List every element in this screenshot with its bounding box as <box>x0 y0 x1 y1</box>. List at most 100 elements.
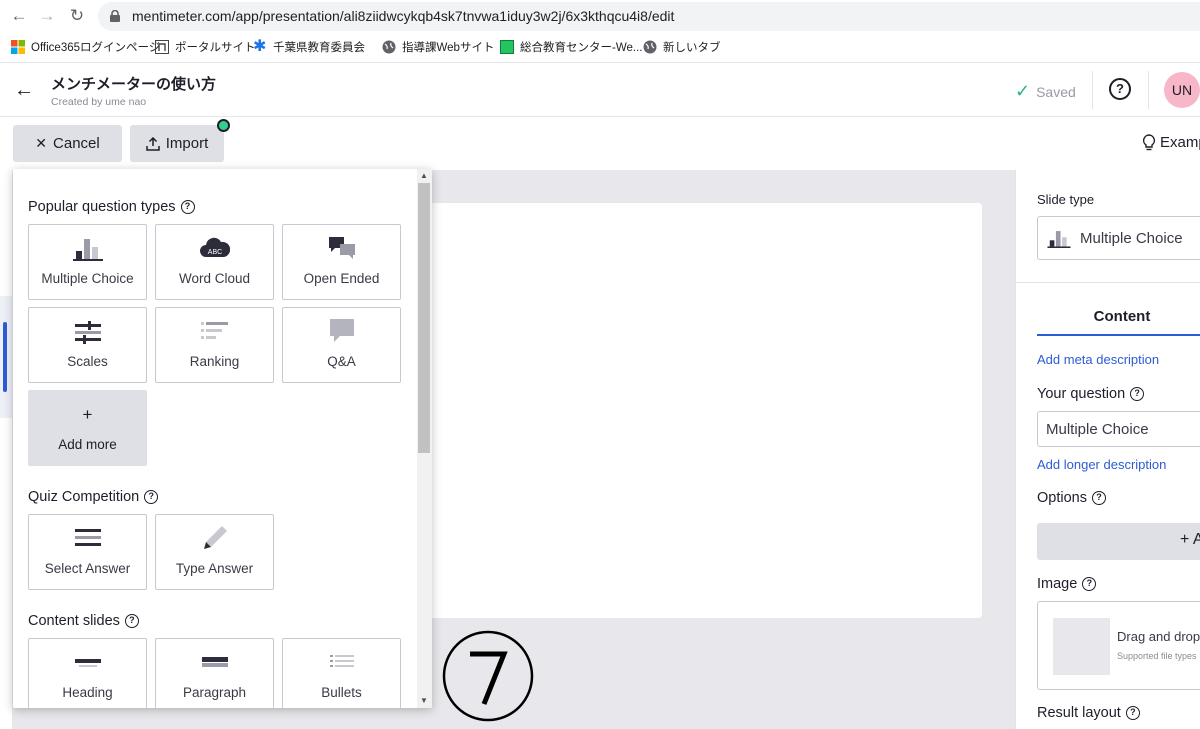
presentation-title[interactable]: メンチメーターの使い方 <box>51 73 216 94</box>
browser-address-bar: ← → ↻ mentimeter.com/app/presentation/al… <box>0 0 1200 33</box>
add-meta-description-link[interactable]: Add meta description <box>1037 352 1159 367</box>
slide-type-select[interactable]: Multiple Choice <box>1037 216 1200 260</box>
tile-label: Add more <box>58 437 117 452</box>
pencil-icon <box>204 526 227 549</box>
site-icon <box>500 40 514 54</box>
select-lines-icon <box>75 529 101 546</box>
bar-chart-icon <box>1047 231 1071 248</box>
bookmarks-bar: Office365ログインページ ポータルサイト ✱ 千葉県教育委員会 指導課W… <box>0 33 1200 61</box>
back-icon[interactable]: ← <box>8 5 30 27</box>
saved-label: Saved <box>1036 83 1076 100</box>
content-slides-heading: Content slides ? <box>28 613 139 629</box>
section-title: Popular question types <box>28 199 176 215</box>
cancel-label: Cancel <box>53 135 100 152</box>
close-icon: ✕ <box>35 135 48 151</box>
microsoft-icon <box>11 40 25 54</box>
tile-open-ended[interactable]: Open Ended <box>282 224 401 300</box>
tile-scales[interactable]: Scales <box>28 307 147 383</box>
scroll-down-arrow-icon[interactable]: ▼ <box>420 696 428 705</box>
bar-chart-icon <box>73 239 103 261</box>
tile-label: Word Cloud <box>178 271 251 286</box>
bookmark-education-center[interactable]: 総合教育センター-We... <box>500 38 642 56</box>
bookmark-label: Office365ログインページ <box>31 42 161 54</box>
star-asterisk-icon: ✱ <box>253 38 267 55</box>
drag-drop-text: Drag and drop <box>1117 629 1200 644</box>
examples-button[interactable]: Examp <box>1142 134 1200 152</box>
speech-bubbles-icon <box>329 237 355 259</box>
slide-preview[interactable] <box>400 203 982 618</box>
section-title: Content slides <box>28 613 120 629</box>
bookmark-label: 千葉県教育委員会 <box>273 42 365 54</box>
tile-qa[interactable]: Q&A <box>282 307 401 383</box>
bookmark-portal[interactable]: ポータルサイト <box>155 38 256 56</box>
tile-label: Multiple Choice <box>41 271 134 286</box>
scrollbar-thumb[interactable] <box>418 183 430 453</box>
help-icon[interactable]: ? <box>144 490 159 504</box>
reload-icon[interactable]: ↻ <box>66 5 88 27</box>
lightbulb-icon <box>1142 134 1156 151</box>
image-label: Image <box>1037 576 1078 592</box>
plus-icon: + <box>82 405 93 424</box>
tile-select-answer[interactable]: Select Answer <box>28 514 147 590</box>
saved-status: ✓ Saved <box>1015 81 1076 102</box>
back-arrow-icon[interactable]: ← <box>14 79 34 102</box>
tile-bullets[interactable]: Bullets <box>282 638 401 708</box>
bullets-icon <box>330 655 354 667</box>
scroll-up-arrow-icon[interactable]: ▲ <box>420 171 428 180</box>
tile-label: Ranking <box>189 354 240 369</box>
slide-settings-panel: Slide type Multiple Choice Content Add m… <box>1015 170 1200 729</box>
result-layout-label: Result layout <box>1037 705 1121 721</box>
add-more-button[interactable]: + Add more <box>28 390 147 466</box>
help-icon[interactable]: ? <box>1082 577 1097 591</box>
help-icon[interactable]: ? <box>1091 491 1106 505</box>
bookmark-label: 指導課Webサイト <box>402 42 495 54</box>
forward-icon[interactable]: → <box>36 5 58 27</box>
bookmark-label: 新しいタブ <box>663 42 721 54</box>
add-option-label: + A <box>1180 531 1200 548</box>
check-icon: ✓ <box>1015 81 1031 101</box>
options-heading: Options ? <box>1037 490 1106 506</box>
add-option-button[interactable]: + A <box>1037 523 1200 560</box>
tile-heading[interactable]: Heading <box>28 638 147 708</box>
bookmark-label: ポータルサイト <box>175 42 256 54</box>
image-dropzone[interactable]: Drag and drop Supported file types <box>1037 601 1200 690</box>
bookmark-new-tab[interactable]: 新しいタブ <box>643 38 721 56</box>
tab-content[interactable]: Content <box>1037 308 1200 325</box>
presentation-author: Created by ume nao <box>51 96 147 108</box>
url-field[interactable]: mentimeter.com/app/presentation/ali8ziid… <box>98 2 1200 31</box>
divider <box>1148 71 1149 109</box>
add-longer-description-link[interactable]: Add longer description <box>1037 457 1166 472</box>
tile-label: Q&A <box>327 354 356 369</box>
tile-type-answer[interactable]: Type Answer <box>155 514 274 590</box>
examples-label: Examp <box>1160 134 1200 151</box>
tile-word-cloud[interactable]: ABC Word Cloud <box>155 224 274 300</box>
tile-ranking[interactable]: Ranking <box>155 307 274 383</box>
slide-type-value: Multiple Choice <box>1080 230 1183 247</box>
help-icon[interactable]: ? <box>180 200 195 214</box>
question-type-popup: Popular question types ? Multiple Choice… <box>13 169 432 708</box>
app-header: ← メンチメーターの使い方 Created by ume nao ✓ Saved… <box>0 62 1200 117</box>
new-badge-icon <box>217 119 230 132</box>
upload-icon <box>145 136 160 151</box>
help-icon[interactable]: ? <box>1109 78 1131 100</box>
cancel-button[interactable]: ✕ Cancel <box>13 125 122 162</box>
toolbar: ✕ Cancel Import <box>0 117 1200 170</box>
help-icon[interactable]: ? <box>1125 706 1140 720</box>
your-question-label: Your question <box>1037 386 1126 402</box>
tile-paragraph[interactable]: Paragraph <box>155 638 274 708</box>
import-button[interactable]: Import <box>130 125 224 162</box>
question-input[interactable]: Multiple Choice <box>1037 411 1200 447</box>
heading-icon <box>75 659 101 667</box>
help-icon[interactable]: ? <box>124 614 139 628</box>
help-icon[interactable]: ? <box>1130 387 1145 401</box>
your-question-heading: Your question ? <box>1037 386 1145 402</box>
tile-multiple-choice[interactable]: Multiple Choice <box>28 224 147 300</box>
bookmark-chiba-board[interactable]: ✱ 千葉県教育委員会 <box>253 38 365 56</box>
circled-seven-annotation <box>442 630 534 722</box>
paragraph-icon <box>202 657 228 667</box>
bookmark-shidouka[interactable]: 指導課Webサイト <box>382 38 494 56</box>
import-label: Import <box>165 135 209 152</box>
bookmark-office365[interactable]: Office365ログインページ <box>11 38 160 56</box>
avatar[interactable]: UN <box>1164 72 1200 108</box>
divider <box>1092 71 1093 109</box>
